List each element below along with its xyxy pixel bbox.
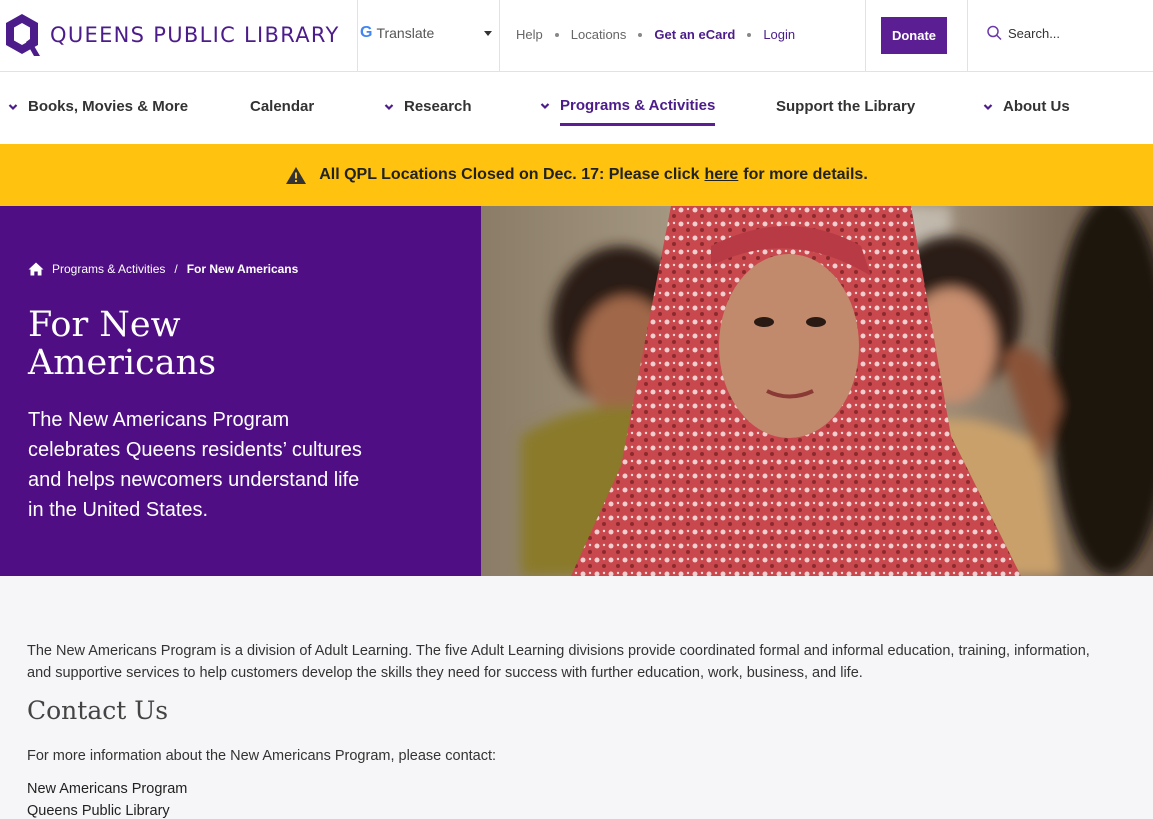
- ecard-link[interactable]: Get an eCard: [654, 27, 735, 42]
- home-icon[interactable]: [28, 262, 44, 276]
- warning-icon: [286, 166, 307, 184]
- breadcrumb-separator: /: [174, 262, 178, 276]
- utility-bar: QUEENS PUBLIC LIBRARY G Translate Help L…: [0, 0, 1153, 72]
- login-link[interactable]: Login: [763, 27, 795, 42]
- nav-label: Calendar: [250, 98, 315, 115]
- hero-description: The New Americans Program celebrates Que…: [28, 409, 362, 521]
- nav-label: Programs & Activities: [560, 97, 716, 114]
- nav-label: Research: [404, 98, 472, 115]
- hero-image: [481, 206, 1153, 576]
- nav-support-library[interactable]: Support the Library: [776, 98, 915, 115]
- separator-dot: [638, 32, 643, 37]
- separator-dot: [554, 32, 559, 37]
- utility-links: Help Locations Get an eCard Login: [516, 27, 795, 42]
- divider: [967, 0, 968, 72]
- chevron-down-icon: [540, 102, 550, 109]
- chevron-down-icon: [8, 103, 18, 110]
- divider: [499, 0, 500, 72]
- breadcrumb-parent[interactable]: Programs & Activities: [52, 262, 165, 276]
- site-logo[interactable]: QUEENS PUBLIC LIBRARY: [4, 12, 340, 58]
- search-field[interactable]: Search...: [986, 25, 1060, 41]
- help-link[interactable]: Help: [516, 27, 543, 42]
- address-line-1: New Americans Program: [27, 781, 188, 797]
- translate-label: Translate: [376, 25, 435, 41]
- search-placeholder: Search...: [1008, 25, 1061, 41]
- nav-label: About Us: [1003, 98, 1070, 115]
- locations-link[interactable]: Locations: [571, 27, 627, 42]
- main-nav: Books, Movies & More Calendar Research P…: [0, 72, 1153, 144]
- divider: [357, 0, 358, 72]
- nav-label: Support the Library: [776, 98, 916, 115]
- nav-books-movies-more[interactable]: Books, Movies & More: [8, 98, 188, 115]
- donate-button[interactable]: Donate: [881, 17, 947, 54]
- alert-here-link[interactable]: here: [705, 166, 739, 184]
- contact-heading: Contact Us: [27, 696, 169, 725]
- translate-select[interactable]: G Translate: [360, 24, 492, 42]
- alert-text: All QPL Locations Closed on Dec. 17: Ple…: [319, 166, 700, 183]
- breadcrumb: Programs & Activities / For New American…: [28, 262, 298, 276]
- intro-paragraph: The New Americans Program is a division …: [27, 643, 1090, 681]
- active-underline: [560, 123, 716, 126]
- nav-label: Books, Movies & More: [28, 98, 189, 115]
- nav-about-us[interactable]: About Us: [983, 98, 1070, 115]
- google-g-icon: G: [360, 24, 373, 41]
- nav-calendar[interactable]: Calendar: [250, 98, 314, 115]
- qpl-logo-icon: [6, 14, 40, 56]
- divider: [865, 0, 866, 72]
- hero-panel: Programs & Activities / For New American…: [0, 206, 481, 576]
- separator-dot: [747, 32, 752, 37]
- logo-text: QUEENS PUBLIC LIBRARY: [50, 23, 340, 47]
- search-icon: [987, 25, 1002, 41]
- address-line-2: Queens Public Library: [27, 803, 170, 819]
- chevron-down-icon: [983, 103, 993, 110]
- chevron-down-icon: [384, 103, 394, 110]
- contact-text: For more information about the New Ameri…: [27, 748, 497, 764]
- nav-research[interactable]: Research: [384, 98, 472, 115]
- page-title: For New Americans: [28, 305, 217, 383]
- alert-text-suffix: for more details.: [743, 166, 868, 183]
- closure-alert-banner: All QPL Locations Closed on Dec. 17: Ple…: [0, 144, 1153, 206]
- nav-programs-activities[interactable]: Programs & Activities: [540, 97, 716, 126]
- hero-photo-illustration: [481, 206, 1153, 576]
- breadcrumb-current: For New Americans: [186, 262, 299, 276]
- caret-down-icon: [484, 31, 492, 36]
